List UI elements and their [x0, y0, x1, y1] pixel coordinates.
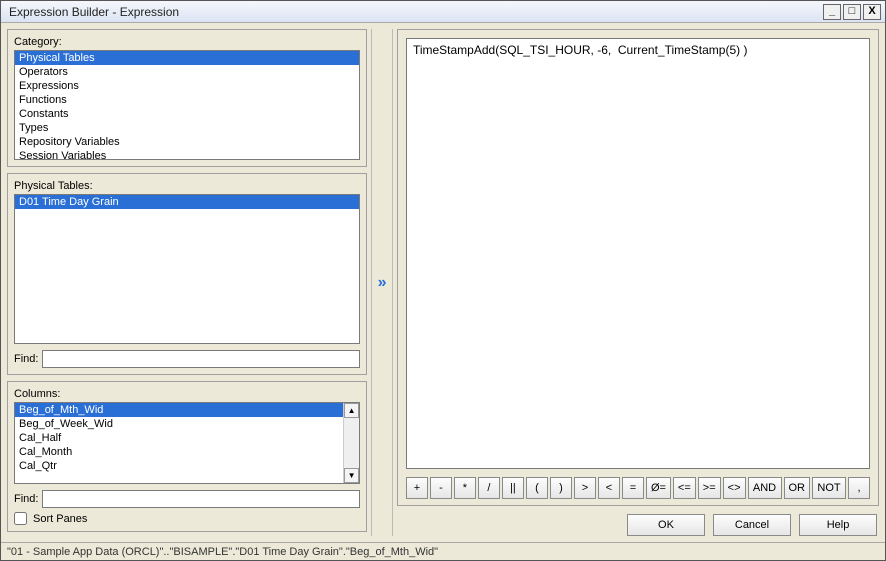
left-pane: Category: Physical TablesOperatorsExpres…: [7, 29, 367, 536]
list-item[interactable]: D01 Time Day Grain: [15, 195, 359, 209]
window-body: Category: Physical TablesOperatorsExpres…: [1, 23, 885, 542]
list-item[interactable]: Beg_of_Week_Wid: [15, 417, 343, 431]
list-item[interactable]: Physical Tables: [15, 51, 359, 65]
columns-label: Columns:: [14, 388, 360, 400]
list-item[interactable]: Beg_of_Mth_Wid: [15, 403, 343, 417]
titlebar: Expression Builder - Expression _ □ X: [1, 1, 885, 23]
list-item[interactable]: Expressions: [15, 79, 359, 93]
operator-button[interactable]: Ø=: [646, 477, 671, 499]
list-item[interactable]: Session Variables: [15, 149, 359, 160]
cancel-button[interactable]: Cancel: [713, 514, 791, 536]
expression-textarea[interactable]: [406, 38, 870, 469]
operator-button[interactable]: -: [430, 477, 452, 499]
help-button[interactable]: Help: [799, 514, 877, 536]
list-item[interactable]: Cal_Qtr: [15, 459, 343, 473]
sort-panes-row: Sort Panes: [14, 512, 360, 525]
operator-button[interactable]: ): [550, 477, 572, 499]
list-item[interactable]: Constants: [15, 107, 359, 121]
scroll-down-icon[interactable]: ▼: [344, 468, 359, 483]
close-button[interactable]: X: [863, 4, 881, 20]
operator-button[interactable]: <=: [673, 477, 696, 499]
sort-panes-checkbox[interactable]: [14, 512, 27, 525]
physical-tables-label: Physical Tables:: [14, 180, 360, 192]
sort-panes-label[interactable]: Sort Panes: [33, 513, 87, 525]
expression-group: +-*/||()><=Ø=<=>=<>ANDORNOT,: [397, 29, 879, 506]
columns-find-row: Find:: [14, 490, 360, 508]
expression-builder-window: Expression Builder - Expression _ □ X Ca…: [0, 0, 886, 561]
operator-button[interactable]: <>: [723, 477, 746, 499]
operator-button[interactable]: +: [406, 477, 428, 499]
operator-button[interactable]: ,: [848, 477, 870, 499]
operator-button[interactable]: OR: [784, 477, 811, 499]
physical-find-input[interactable]: [42, 350, 360, 368]
physical-find-row: Find:: [14, 350, 360, 368]
columns-find-input[interactable]: [42, 490, 360, 508]
columns-find-label: Find:: [14, 493, 38, 505]
physical-find-label: Find:: [14, 353, 38, 365]
list-item[interactable]: Cal_Month: [15, 445, 343, 459]
operator-button[interactable]: AND: [748, 477, 782, 499]
operator-button[interactable]: ||: [502, 477, 524, 499]
maximize-button[interactable]: □: [843, 4, 861, 20]
category-label: Category:: [14, 36, 360, 48]
operator-row: +-*/||()><=Ø=<=>=<>ANDORNOT,: [406, 477, 870, 499]
category-group: Category: Physical TablesOperatorsExpres…: [7, 29, 367, 167]
list-item[interactable]: Repository Variables: [15, 135, 359, 149]
right-pane: +-*/||()><=Ø=<=>=<>ANDORNOT, OK Cancel H…: [397, 29, 879, 536]
minimize-button[interactable]: _: [823, 4, 841, 20]
status-bar: "01 - Sample App Data (ORCL)".."BISAMPLE…: [1, 542, 885, 560]
operator-button[interactable]: /: [478, 477, 500, 499]
operator-button[interactable]: >=: [698, 477, 721, 499]
ok-button[interactable]: OK: [627, 514, 705, 536]
middle-strip: »: [371, 29, 393, 536]
physical-tables-listbox[interactable]: D01 Time Day Grain: [14, 194, 360, 344]
columns-group: Columns: Beg_of_Mth_WidBeg_of_Week_WidCa…: [7, 381, 367, 532]
list-item[interactable]: Operators: [15, 65, 359, 79]
physical-tables-group: Physical Tables: D01 Time Day Grain Find…: [7, 173, 367, 375]
window-title: Expression Builder - Expression: [9, 5, 821, 19]
action-row: OK Cancel Help: [397, 514, 879, 536]
columns-listbox[interactable]: Beg_of_Mth_WidBeg_of_Week_WidCal_HalfCal…: [14, 402, 360, 484]
insert-arrow-icon[interactable]: »: [378, 274, 387, 292]
operator-button[interactable]: >: [574, 477, 596, 499]
operator-button[interactable]: <: [598, 477, 620, 499]
operator-button[interactable]: (: [526, 477, 548, 499]
list-item[interactable]: Types: [15, 121, 359, 135]
list-item[interactable]: Cal_Half: [15, 431, 343, 445]
columns-scrollbar[interactable]: ▲ ▼: [343, 403, 359, 483]
category-listbox[interactable]: Physical TablesOperatorsExpressionsFunct…: [14, 50, 360, 160]
operator-button[interactable]: =: [622, 477, 644, 499]
list-item[interactable]: Functions: [15, 93, 359, 107]
operator-button[interactable]: NOT: [812, 477, 846, 499]
scroll-up-icon[interactable]: ▲: [344, 403, 359, 418]
operator-button[interactable]: *: [454, 477, 476, 499]
